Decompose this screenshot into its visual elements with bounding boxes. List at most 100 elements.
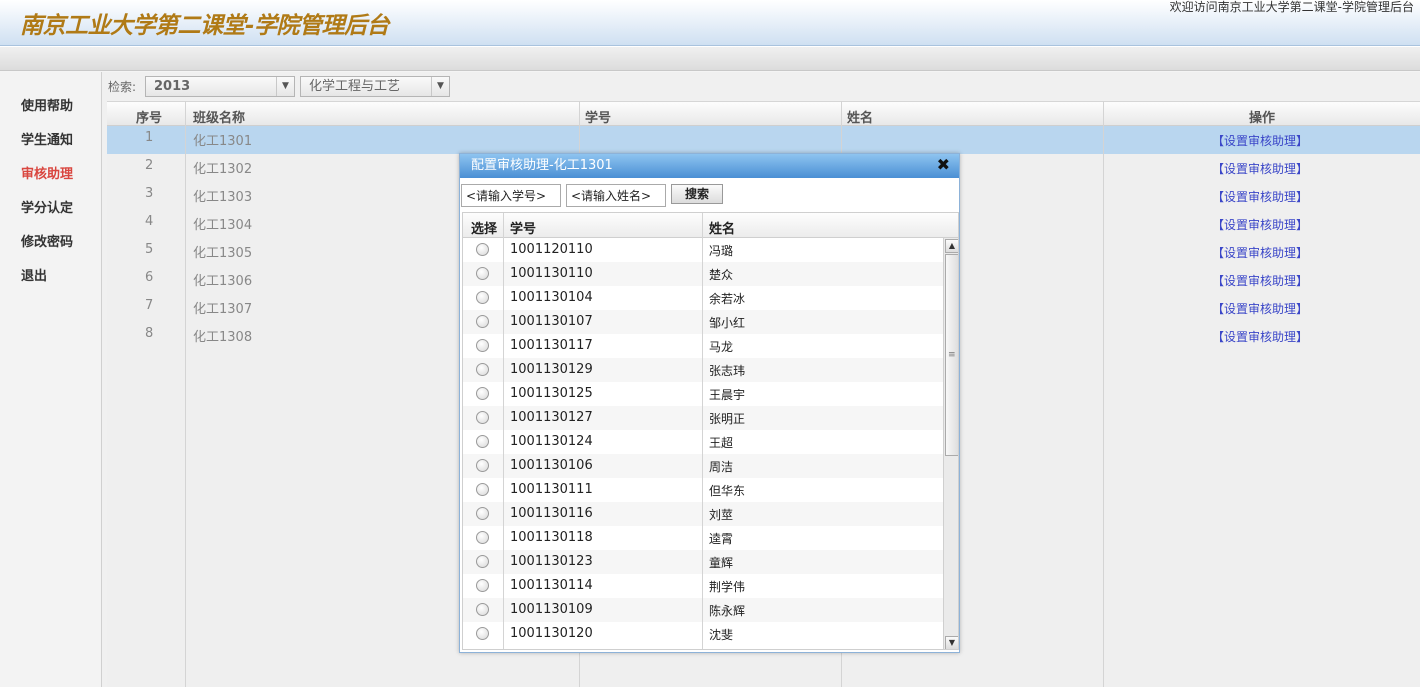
row-student-name: 童辉 [709, 556, 734, 570]
chevron-down-icon[interactable]: ▼ [431, 77, 449, 96]
select-radio[interactable] [476, 483, 489, 496]
row-class-name: 化工1308 [193, 330, 253, 345]
student-row[interactable]: 1001120110 冯璐 [463, 238, 943, 262]
select-radio[interactable] [476, 387, 489, 400]
row-student-name: 荆学伟 [709, 580, 746, 594]
app-title: 南京工业大学第二课堂-学院管理后台 [20, 13, 390, 39]
col-student-id: 学号 [510, 222, 537, 237]
select-radio[interactable] [476, 459, 489, 472]
row-index: 3 [145, 186, 154, 201]
search-label: 检索: [108, 80, 137, 94]
set-assistant-link[interactable]: 【设置审核助理】 [1212, 244, 1308, 261]
set-assistant-link[interactable]: 【设置审核助理】 [1212, 300, 1308, 317]
row-student-name: 刘莖 [709, 508, 734, 522]
select-radio[interactable] [476, 363, 489, 376]
scrollbar[interactable]: ▲ ≡ ▼ [943, 238, 958, 649]
col-index: 序号 [136, 111, 163, 126]
select-radio[interactable] [476, 555, 489, 568]
sidebar-item-notice[interactable]: 学生通知 [21, 129, 73, 148]
row-index: 6 [145, 270, 154, 285]
row-class-name: 化工1304 [193, 218, 253, 233]
student-row[interactable]: 1001130124 王超 [463, 430, 943, 454]
sidebar-item-assistant[interactable]: 审核助理 [21, 163, 73, 182]
student-row[interactable]: 1001130125 王晨宇 [463, 382, 943, 406]
set-assistant-link[interactable]: 【设置审核助理】 [1212, 188, 1308, 205]
student-row[interactable]: 1001130106 周洁 [463, 454, 943, 478]
select-radio[interactable] [476, 579, 489, 592]
row-student-name: 张志玮 [709, 364, 746, 378]
row-student-name: 马龙 [709, 340, 734, 354]
set-assistant-link[interactable]: 【设置审核助理】 [1212, 160, 1308, 177]
close-icon[interactable]: ✖ [937, 155, 950, 174]
student-row[interactable]: 1001130111 但华东 [463, 478, 943, 502]
row-student-id: 1001130106 [510, 458, 593, 473]
row-student-id: 1001130127 [510, 410, 593, 425]
student-name-input[interactable] [566, 184, 666, 207]
table-row[interactable]: 1 化工1301 【设置审核助理】 [107, 126, 1420, 154]
dialog-title-text: 配置审核助理-化工1301 [471, 158, 613, 173]
select-radio[interactable] [476, 507, 489, 520]
student-row[interactable]: 1001130120 沈斐 [463, 622, 943, 646]
scroll-down-icon[interactable]: ▼ [945, 636, 958, 649]
row-index: 2 [145, 158, 154, 173]
select-radio[interactable] [476, 411, 489, 424]
search-bar: 检索: 2013 ▼ 化学工程与工艺 ▼ [102, 72, 1420, 100]
student-row[interactable]: 1001130109 陈永辉 [463, 598, 943, 622]
sidebar-item-password[interactable]: 修改密码 [21, 231, 73, 250]
col-name: 姓名 [709, 222, 736, 237]
select-radio[interactable] [476, 267, 489, 280]
row-student-name: 沈斐 [709, 628, 734, 642]
student-row[interactable]: 1001130127 张明正 [463, 406, 943, 430]
select-radio[interactable] [476, 627, 489, 640]
row-class-name: 化工1306 [193, 274, 253, 289]
col-student-id: 学号 [585, 111, 612, 126]
student-table-header: 选择 学号 姓名 [463, 213, 958, 238]
student-row[interactable]: 1001130129 张志玮 [463, 358, 943, 382]
col-action: 操作 [1249, 111, 1276, 126]
row-student-name: 逵霄 [709, 532, 734, 546]
row-student-id: 1001130114 [510, 578, 593, 593]
student-id-input[interactable] [461, 184, 561, 207]
sidebar-item-credit[interactable]: 学分认定 [21, 197, 73, 216]
row-student-name: 邹小红 [709, 316, 746, 330]
row-student-name: 楚众 [709, 268, 734, 282]
select-radio[interactable] [476, 531, 489, 544]
sidebar-item-logout[interactable]: 退出 [21, 265, 47, 284]
set-assistant-link[interactable]: 【设置审核助理】 [1212, 272, 1308, 289]
row-student-id: 1001130116 [510, 506, 593, 521]
set-assistant-link[interactable]: 【设置审核助理】 [1212, 328, 1308, 345]
search-button[interactable]: 搜索 [671, 184, 723, 204]
student-row[interactable]: 1001130118 逵霄 [463, 526, 943, 550]
student-row[interactable]: 1001130110 楚众 [463, 262, 943, 286]
student-row[interactable]: 1001130114 荆学伟 [463, 574, 943, 598]
welcome-text: 欢迎访问南京工业大学第二课堂-学院管理后台 [1169, 0, 1414, 14]
student-row[interactable]: 1001130123 童辉 [463, 550, 943, 574]
row-student-id: 1001130111 [510, 482, 593, 497]
set-assistant-link[interactable]: 【设置审核助理】 [1212, 132, 1308, 149]
row-class-name: 化工1305 [193, 246, 253, 261]
select-radio[interactable] [476, 339, 489, 352]
student-row[interactable]: 1001130116 刘莖 [463, 502, 943, 526]
select-radio[interactable] [476, 603, 489, 616]
select-radio[interactable] [476, 315, 489, 328]
row-student-id: 1001130110 [510, 266, 593, 281]
sidebar-item-help[interactable]: 使用帮助 [21, 95, 73, 114]
set-assistant-link[interactable]: 【设置审核助理】 [1212, 216, 1308, 233]
scroll-up-icon[interactable]: ▲ [945, 239, 958, 253]
student-row[interactable]: 1001130107 邹小红 [463, 310, 943, 334]
year-select[interactable]: 2013 ▼ [145, 76, 295, 97]
select-radio[interactable] [476, 291, 489, 304]
select-radio[interactable] [476, 435, 489, 448]
student-row[interactable]: 1001130117 马龙 [463, 334, 943, 358]
row-index: 7 [145, 298, 154, 313]
sidebar: 使用帮助 学生通知 审核助理 学分认定 修改密码 退出 [0, 72, 102, 687]
major-select[interactable]: 化学工程与工艺 ▼ [300, 76, 450, 97]
row-index: 1 [145, 130, 154, 145]
scroll-thumb[interactable]: ≡ [945, 254, 958, 456]
student-row[interactable]: 1001130104 余若冰 [463, 286, 943, 310]
chevron-down-icon[interactable]: ▼ [276, 77, 294, 96]
select-radio[interactable] [476, 243, 489, 256]
row-student-id: 1001130118 [510, 530, 593, 545]
row-student-id: 1001130129 [510, 362, 593, 377]
row-index: 8 [145, 326, 154, 341]
